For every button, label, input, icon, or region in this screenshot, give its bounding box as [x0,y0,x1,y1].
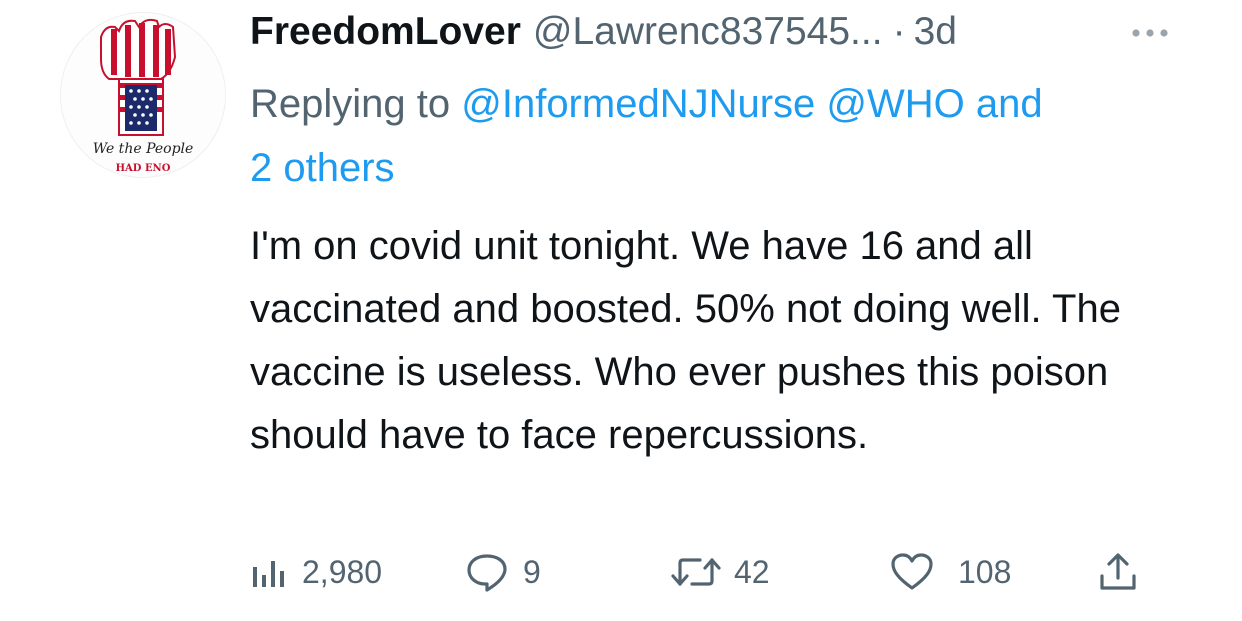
heart-icon [891,553,933,590]
avatar-caption-top: We the People [93,141,194,157]
mention-and[interactable]: and [976,82,1043,126]
retweet-count: 42 [734,553,770,590]
views-button[interactable]: 2,980 [250,545,382,599]
reply-count: 9 [523,553,541,590]
action-bar: 2,980 9 42 108 [250,545,1210,599]
mention-informednjnurse[interactable]: @InformedNJNurse [461,82,815,126]
replying-to-prefix: Replying to [250,82,462,126]
avatar[interactable]: We the People HAD ENO [60,12,226,178]
tweet: We the People HAD ENO FreedomLover @Lawr… [0,0,1242,621]
tweet-header: FreedomLover @Lawrenc837545... · 3d [250,10,957,60]
reply-button[interactable]: 9 [465,545,541,599]
retweet-icon [671,558,721,586]
views-icon [253,561,284,587]
mention-others-link[interactable]: 2 others [250,146,395,190]
like-count: 108 [958,553,1012,590]
mention-who[interactable]: @WHO [826,82,964,126]
separator-dot: · [892,10,906,53]
more-options-button[interactable] [1128,22,1172,44]
retweet-button[interactable]: 42 [670,545,770,599]
reply-icon [467,554,507,592]
more-dots-icon [1132,29,1168,37]
like-button[interactable]: 108 [890,545,1011,599]
share-button[interactable] [1098,545,1138,599]
user-handle[interactable]: @Lawrenc837545... [533,10,883,54]
views-count: 2,980 [302,553,383,590]
timestamp[interactable]: 3d [914,10,957,54]
avatar-caption-bottom: HAD ENO [116,163,171,174]
share-icon [1100,553,1136,590]
replying-to: Replying to @InformedNJNurse @WHO and 2 … [250,72,1190,200]
avatar-flag-fist-icon: We the People HAD ENO [61,13,225,177]
tweet-text: I'm on covid unit tonight. We have 16 an… [250,224,1121,457]
display-name[interactable]: FreedomLover [250,10,521,54]
